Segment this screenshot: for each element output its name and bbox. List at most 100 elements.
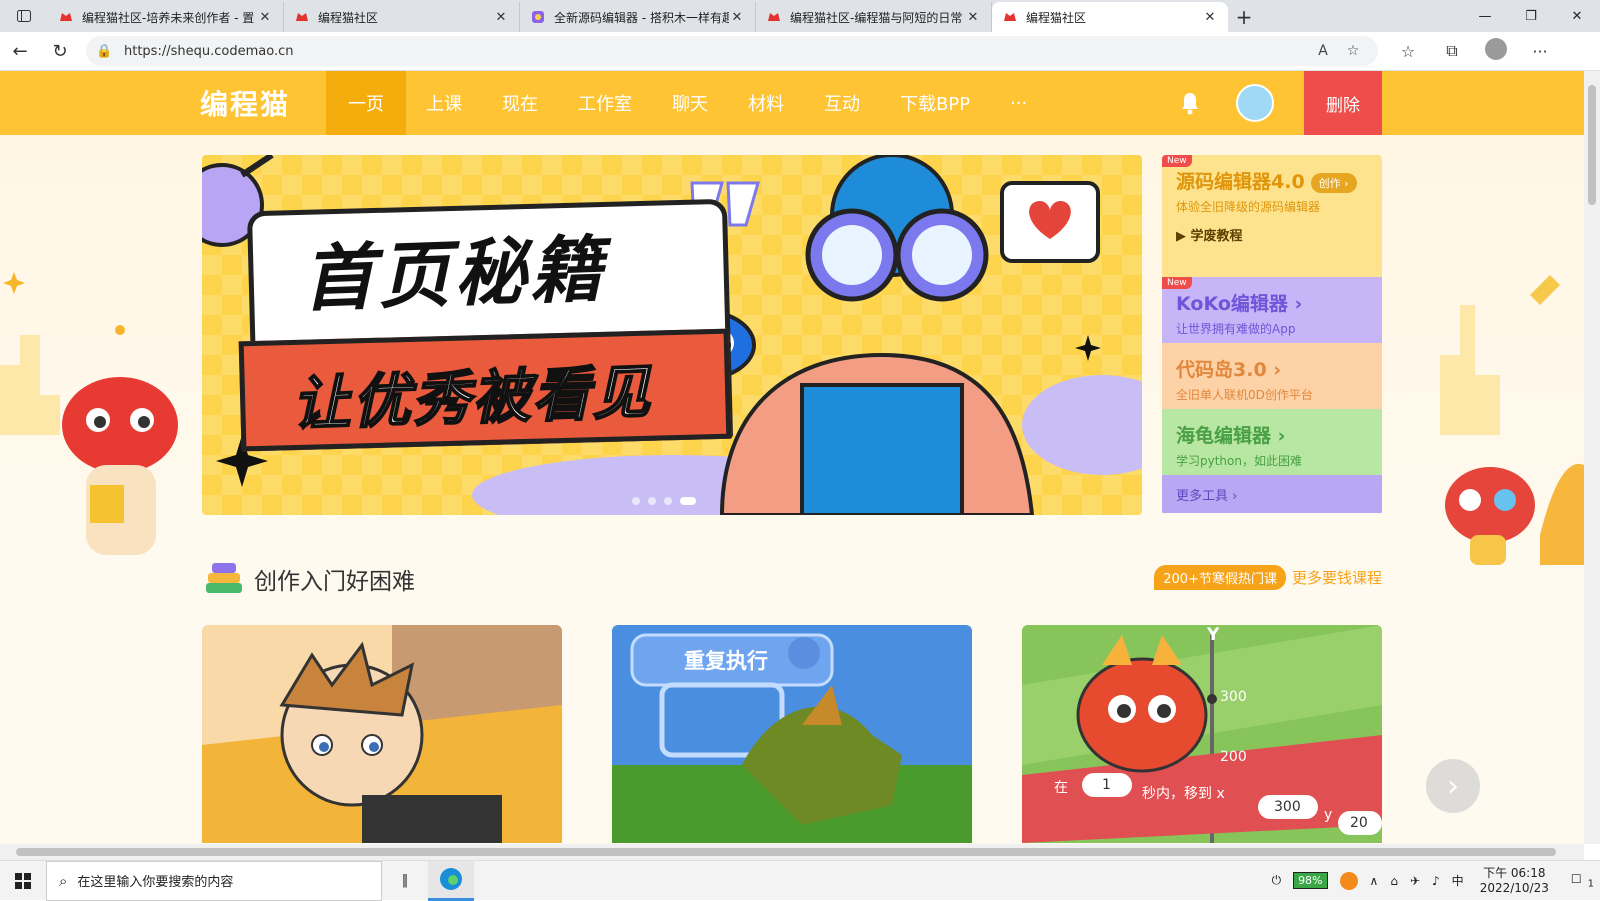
create-button[interactable]: 创作 › — [1310, 172, 1357, 193]
tab-4[interactable]: 编程猫社区-编程猫与阿短的日常 ✕ — [756, 2, 992, 32]
tab-title: 编程猫社区-培养未来创作者 - 置 — [82, 10, 255, 25]
nav-item-interact[interactable]: 互动 — [804, 71, 880, 135]
new-tab-button[interactable]: + — [1228, 2, 1260, 32]
network-icon[interactable]: ⌂ — [1390, 874, 1398, 888]
start-button[interactable] — [0, 861, 46, 901]
next-arrow-button[interactable]: › — [1426, 759, 1480, 813]
bell-icon[interactable] — [1178, 91, 1202, 115]
nav-item-studio[interactable]: 工作室 — [558, 71, 652, 135]
block-value: 300 — [1274, 799, 1301, 815]
edge-taskbar-button[interactable] — [428, 860, 474, 901]
scroll-thumb[interactable] — [16, 848, 1556, 856]
banner-subtitle: 让优秀被看见 — [290, 357, 654, 440]
user-avatar[interactable] — [1236, 84, 1274, 122]
tab-5-active[interactable]: 编程猫社区 ✕ — [992, 2, 1228, 32]
close-tab-icon[interactable]: ✕ — [965, 9, 981, 25]
system-tray: ⏻ 98% ∧ ⌂ ✈ ♪ 中 下午 06:18 2022/10/23 ☐ 1 — [1266, 861, 1600, 901]
repeat-block-label: 重复执行 — [684, 649, 768, 673]
close-window-icon[interactable]: ✕ — [1554, 0, 1600, 32]
ime-indicator[interactable]: 中 — [1452, 872, 1464, 889]
course-thumbnail-2 — [612, 633, 972, 843]
section-header: 创作入门好困难 — [202, 559, 415, 599]
add-favorite-icon[interactable]: ☆ — [1338, 43, 1368, 59]
tool-code-island[interactable]: 代码岛3.0 › 全旧单人联机0D创作平台 — [1162, 343, 1382, 409]
tab-actions-icon — [17, 10, 31, 22]
read-aloud-icon[interactable]: A — [1308, 43, 1338, 59]
profile-button[interactable] — [1474, 38, 1518, 64]
carousel-dot[interactable] — [664, 497, 672, 505]
more-tools-link[interactable]: 更多工具 › — [1162, 475, 1382, 513]
codemao-favicon-icon — [768, 13, 780, 21]
play-icon: ▶ — [1176, 229, 1191, 244]
show-hidden-icon[interactable]: ∧ — [1370, 874, 1379, 888]
close-tab-icon[interactable]: ✕ — [493, 9, 509, 25]
refresh-button[interactable]: ↻ — [40, 34, 80, 68]
course-card-3[interactable]: Y 300 200 在 1 秒内，移到 x 300 y 20 — [1022, 625, 1382, 843]
nav-item-more[interactable]: ··· — [990, 71, 1047, 135]
books-icon — [206, 563, 242, 593]
orange-app-icon[interactable] — [1339, 871, 1358, 890]
tool-koko-editor[interactable]: New KoKo编辑器 › 让世界拥有难做的App — [1162, 277, 1382, 343]
favorites-icon[interactable]: ☆ — [1386, 42, 1430, 61]
tool-source-editor[interactable]: New 源码编辑器4.0 创作 › 体验全旧降级的源码编辑器 ▶ 学废教程 — [1162, 155, 1382, 277]
nav-item-download[interactable]: 下载BPP — [880, 71, 990, 135]
more-courses-link[interactable]: 更多要钱课程 — [1292, 567, 1382, 588]
nav-item-material[interactable]: 材料 — [728, 71, 804, 135]
minimize-icon[interactable]: — — [1462, 0, 1508, 32]
clock[interactable]: 下午 06:18 2022/10/23 — [1480, 866, 1549, 896]
close-tab-icon[interactable]: ✕ — [257, 9, 273, 25]
profile-avatar-icon — [1485, 38, 1507, 60]
tool-subtitle: 学习python，如此困难 — [1176, 454, 1302, 468]
y-axis-label: Y — [1207, 625, 1220, 645]
tool-turtle-editor[interactable]: 海龟编辑器 › 学习python，如此困难 — [1162, 409, 1382, 475]
tab-actions-button[interactable] — [0, 0, 48, 32]
codemao-favicon-icon — [1004, 13, 1016, 21]
hot-course-badge[interactable]: 200+节寒假热门课 — [1154, 565, 1286, 590]
carousel-dot[interactable] — [648, 497, 656, 505]
editor-favicon-icon — [532, 11, 544, 23]
banner-carousel[interactable]: 首页秘籍 让优秀被看见 — [202, 155, 1142, 515]
lock-icon[interactable]: 🔒 — [96, 44, 114, 59]
vertical-scrollbar[interactable] — [1584, 71, 1600, 844]
carousel-dot-active[interactable] — [680, 497, 696, 505]
nav-item-class[interactable]: 上课 — [406, 71, 482, 135]
course-card-2[interactable]: 重复执行 — [612, 625, 972, 843]
collections-icon[interactable]: ⧉ — [1430, 41, 1474, 61]
edge-icon — [440, 868, 462, 890]
tab-2[interactable]: 编程猫社区 ✕ — [284, 2, 520, 32]
search-placeholder: 在这里输入你要搜索的内容 — [77, 875, 234, 890]
address-bar[interactable]: 🔒 https://shequ.codemao.cn A ☆ — [86, 36, 1378, 66]
carousel-dot[interactable] — [632, 497, 640, 505]
notification-button[interactable]: ☐ 1 — [1565, 872, 1594, 889]
tab-1[interactable]: 编程猫社区-培养未来创作者 - 置 ✕ — [48, 2, 284, 32]
tutorial-link[interactable]: ▶ 学废教程 — [1176, 225, 1368, 244]
url-text[interactable]: https://shequ.codemao.cn — [124, 44, 1308, 59]
task-view-button[interactable]: ‖ — [382, 861, 428, 901]
taskbar: ⌕ 在这里输入你要搜索的内容 ‖ ⏻ 98% ∧ ⌂ ✈ ♪ 中 下午 06:1… — [0, 860, 1600, 901]
delete-button[interactable]: 删除 — [1304, 71, 1382, 135]
tutorial-label: 学废教程 — [1190, 229, 1243, 244]
nav-item-home[interactable]: 一页 — [326, 71, 406, 135]
power-plug-icon[interactable]: ⏻ — [1272, 873, 1282, 888]
maximize-icon[interactable]: ❐ — [1508, 0, 1554, 32]
tab-3[interactable]: 全新源码编辑器 - 搭积木一样有趣 ✕ — [520, 2, 756, 32]
site-logo[interactable]: 编程猫 — [200, 83, 290, 123]
chevron-right-icon: › — [1447, 768, 1459, 804]
close-tab-icon[interactable]: ✕ — [1202, 9, 1218, 25]
course-card-1[interactable] — [202, 625, 562, 843]
nav-items: 一页 上课 现在 工作室 聊天 材料 互动 下载BPP ··· — [326, 71, 1047, 135]
windows-logo-icon — [15, 872, 31, 889]
taskbar-search[interactable]: ⌕ 在这里输入你要搜索的内容 — [46, 860, 382, 901]
course-thumbnail-1 — [202, 625, 562, 843]
close-tab-icon[interactable]: ✕ — [729, 9, 745, 25]
codemao-favicon-icon — [60, 13, 72, 21]
airplane-icon[interactable]: ✈ — [1410, 874, 1420, 888]
horizontal-scrollbar[interactable] — [0, 844, 1584, 860]
scroll-thumb[interactable] — [1588, 85, 1596, 205]
back-button[interactable]: ← — [0, 34, 40, 68]
volume-icon[interactable]: ♪ — [1432, 874, 1440, 888]
nav-item-now[interactable]: 现在 — [482, 71, 558, 135]
more-menu-icon[interactable]: ··· — [1518, 42, 1562, 61]
nav-item-chat[interactable]: 聊天 — [652, 71, 728, 135]
battery-indicator[interactable]: 98% — [1293, 872, 1328, 889]
